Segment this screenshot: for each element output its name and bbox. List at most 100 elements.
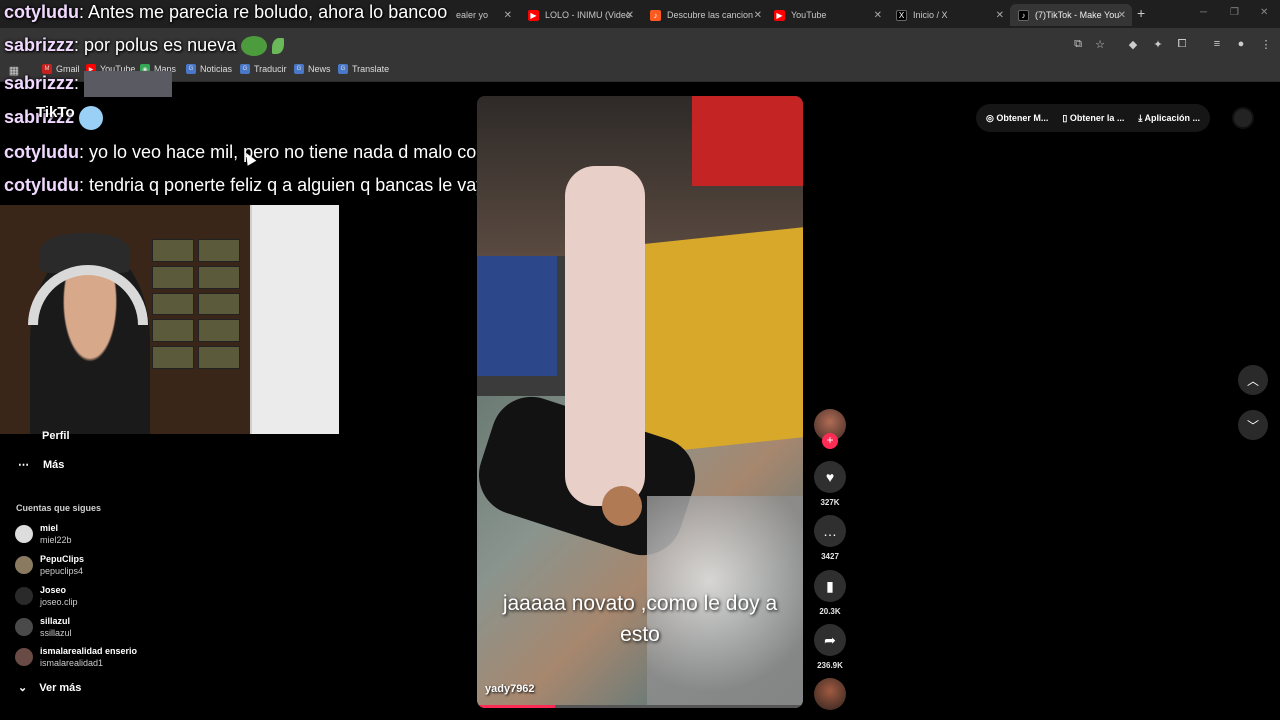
chat-username: sabrizzz xyxy=(4,72,75,93)
following-account[interactable]: miel miel22b xyxy=(15,522,72,546)
following-account[interactable]: PepuClips pepuclips4 xyxy=(15,553,84,577)
bookmark-icon[interactable]: ▮ xyxy=(814,570,846,602)
tab-title: ealer yo xyxy=(456,10,489,20)
leaf-emote-icon xyxy=(272,38,285,55)
account-handle: miel22b xyxy=(40,535,72,545)
chat-username: sabrizzz xyxy=(4,35,75,55)
desktop-app-button[interactable]: ⤓ Aplicación ... xyxy=(1138,113,1200,124)
star-icon[interactable]: ☆ xyxy=(1092,36,1108,52)
sidebar-item-profile[interactable]: Perfil xyxy=(42,430,70,442)
overlay-fragment: TikTo xyxy=(36,104,75,121)
tab-lolo-inimu[interactable]: ▶ LOLO - INIMU (Video ✕ xyxy=(520,4,640,26)
cast-icon[interactable]: ⧉ xyxy=(1070,36,1086,52)
chat-text: : por polus es nueva xyxy=(74,35,237,55)
menu-icon[interactable]: ⋮ xyxy=(1258,36,1274,52)
bookmark-label: Translate xyxy=(352,64,390,74)
chat-message: cotyludu: tendria q ponerte feliz q a al… xyxy=(4,175,534,196)
following-account[interactable]: Joseo joseo.clip xyxy=(15,584,78,608)
close-icon[interactable]: ✕ xyxy=(1118,10,1126,21)
bookmark-noticias[interactable]: G Noticias xyxy=(186,64,232,74)
sidebar-more-button[interactable]: ⋯ Más xyxy=(18,458,65,472)
video-author[interactable]: yady7962 xyxy=(485,683,535,695)
next-video-button[interactable]: ﹀ xyxy=(1238,410,1268,440)
video-caption: jaaaaa novato ,como le doy a esto xyxy=(477,588,803,650)
avatar xyxy=(15,525,33,543)
new-tab-button[interactable]: + xyxy=(1137,5,1145,21)
translate-icon: G xyxy=(240,64,250,74)
extension-icon[interactable]: ✦ xyxy=(1150,36,1166,52)
chat-text: : Antes me parecia re boludo, ahora lo b… xyxy=(79,2,448,22)
share-icon[interactable]: ➦ xyxy=(814,624,846,656)
chat-message: sabrizzz: xyxy=(4,71,173,97)
account-name: Joseo xyxy=(40,585,67,595)
avatar xyxy=(15,618,33,636)
video-player[interactable]: jaaaaa novato ,como le doy a esto yady79… xyxy=(477,96,803,708)
follow-plus-icon[interactable]: + xyxy=(822,433,838,449)
like-action[interactable]: ♥ 327K xyxy=(814,461,846,507)
tab-title: LOLO - INIMU (Video xyxy=(545,10,631,20)
face-emote-icon xyxy=(84,71,173,97)
translate-icon: G xyxy=(338,64,348,74)
phone-icon: ▯ xyxy=(1062,112,1070,123)
reading-list-icon[interactable]: ≡ xyxy=(1209,36,1225,52)
profile-avatar-icon[interactable]: ● xyxy=(1233,36,1249,52)
comment-action[interactable]: … 3427 xyxy=(814,515,846,561)
account-name: ismalarealidad enserio xyxy=(40,646,138,656)
maximize-icon[interactable]: ❐ xyxy=(1230,7,1239,18)
extension-icon[interactable]: ◆ xyxy=(1125,36,1141,52)
chat-username: cotyludu xyxy=(4,2,79,22)
get-coins-button[interactable]: ◎ Obtener M... xyxy=(986,113,1048,124)
save-action[interactable]: ▮ 20.3K xyxy=(814,570,846,616)
close-icon[interactable]: ✕ xyxy=(626,10,634,21)
window-close-icon[interactable]: ✕ xyxy=(1260,7,1268,18)
close-icon[interactable]: ✕ xyxy=(996,10,1004,21)
puzzle-icon[interactable]: ⧠ xyxy=(1174,36,1190,52)
following-account[interactable]: sillazul ssillazul xyxy=(15,615,72,639)
tab-title: YouTube xyxy=(791,10,827,20)
chevron-down-icon: ﹀ xyxy=(1246,418,1259,433)
avatar xyxy=(15,648,33,666)
tiktok-icon: ♪ xyxy=(1018,9,1029,21)
more-dots-icon: ⋯ xyxy=(18,459,29,471)
get-app-label: Obtener la ... xyxy=(1069,112,1125,123)
bookmark-news[interactable]: G News xyxy=(294,64,331,74)
see-more-button[interactable]: ⌄ Ver más xyxy=(18,681,82,695)
previous-video-button[interactable]: ︿ xyxy=(1238,365,1268,395)
account-name: PepuClips xyxy=(40,554,85,564)
top-actions-bar: ◎ Obtener M... ▯ Obtener la ... ⤓ Aplica… xyxy=(976,104,1211,132)
close-icon[interactable]: ✕ xyxy=(874,10,882,21)
get-app-button[interactable]: ▯ Obtener la ... xyxy=(1062,113,1124,124)
video-progress-bar[interactable] xyxy=(477,705,803,708)
share-action[interactable]: ➦ 236.9K xyxy=(814,624,846,670)
tab-title: (7)TikTok - Make You xyxy=(1035,10,1120,20)
bookmark-translate[interactable]: G Translate xyxy=(338,64,389,74)
profile-avatar[interactable] xyxy=(1232,107,1254,129)
close-icon[interactable]: ✕ xyxy=(754,10,762,21)
tab-x[interactable]: X Inicio / X ✕ xyxy=(888,4,1010,26)
heart-icon[interactable]: ♥ xyxy=(814,461,846,493)
video-caption-line: esto xyxy=(620,623,660,646)
bookmark-traducir[interactable]: G Traducir xyxy=(240,64,287,74)
tab-youtube-1[interactable]: ealer yo ✕ xyxy=(448,4,518,26)
see-more-label: Ver más xyxy=(39,681,82,694)
like-count: 327K xyxy=(820,498,840,507)
minimize-icon[interactable]: ─ xyxy=(1200,7,1207,18)
video-scene-box xyxy=(692,96,803,186)
tab-tiktok[interactable]: ♪ (7)TikTok - Make You ✕ xyxy=(1010,4,1132,26)
close-icon[interactable]: ✕ xyxy=(504,10,512,21)
share-count: 236.9K xyxy=(817,661,843,670)
comment-icon[interactable]: … xyxy=(814,515,846,547)
get-coins-label: Obtener M... xyxy=(996,112,1049,123)
comment-count: 3427 xyxy=(821,552,839,561)
following-account[interactable]: ismalarealidad enserio ismalarealidad1 xyxy=(15,645,137,669)
avatar xyxy=(15,587,33,605)
bookmark-label: News xyxy=(308,64,331,74)
chevron-down-icon: ⌄ xyxy=(18,682,28,694)
next-creator-avatar[interactable] xyxy=(814,678,846,710)
tab-descubre[interactable]: ♪ Descubre las cancion ✕ xyxy=(642,4,768,26)
x-icon: X xyxy=(896,9,907,21)
tab-youtube-2[interactable]: ▶ YouTube ✕ xyxy=(766,4,888,26)
sidebar-more-label: Más xyxy=(43,458,65,471)
youtube-icon: ▶ xyxy=(528,9,539,21)
youtube-icon: ▶ xyxy=(774,9,785,21)
